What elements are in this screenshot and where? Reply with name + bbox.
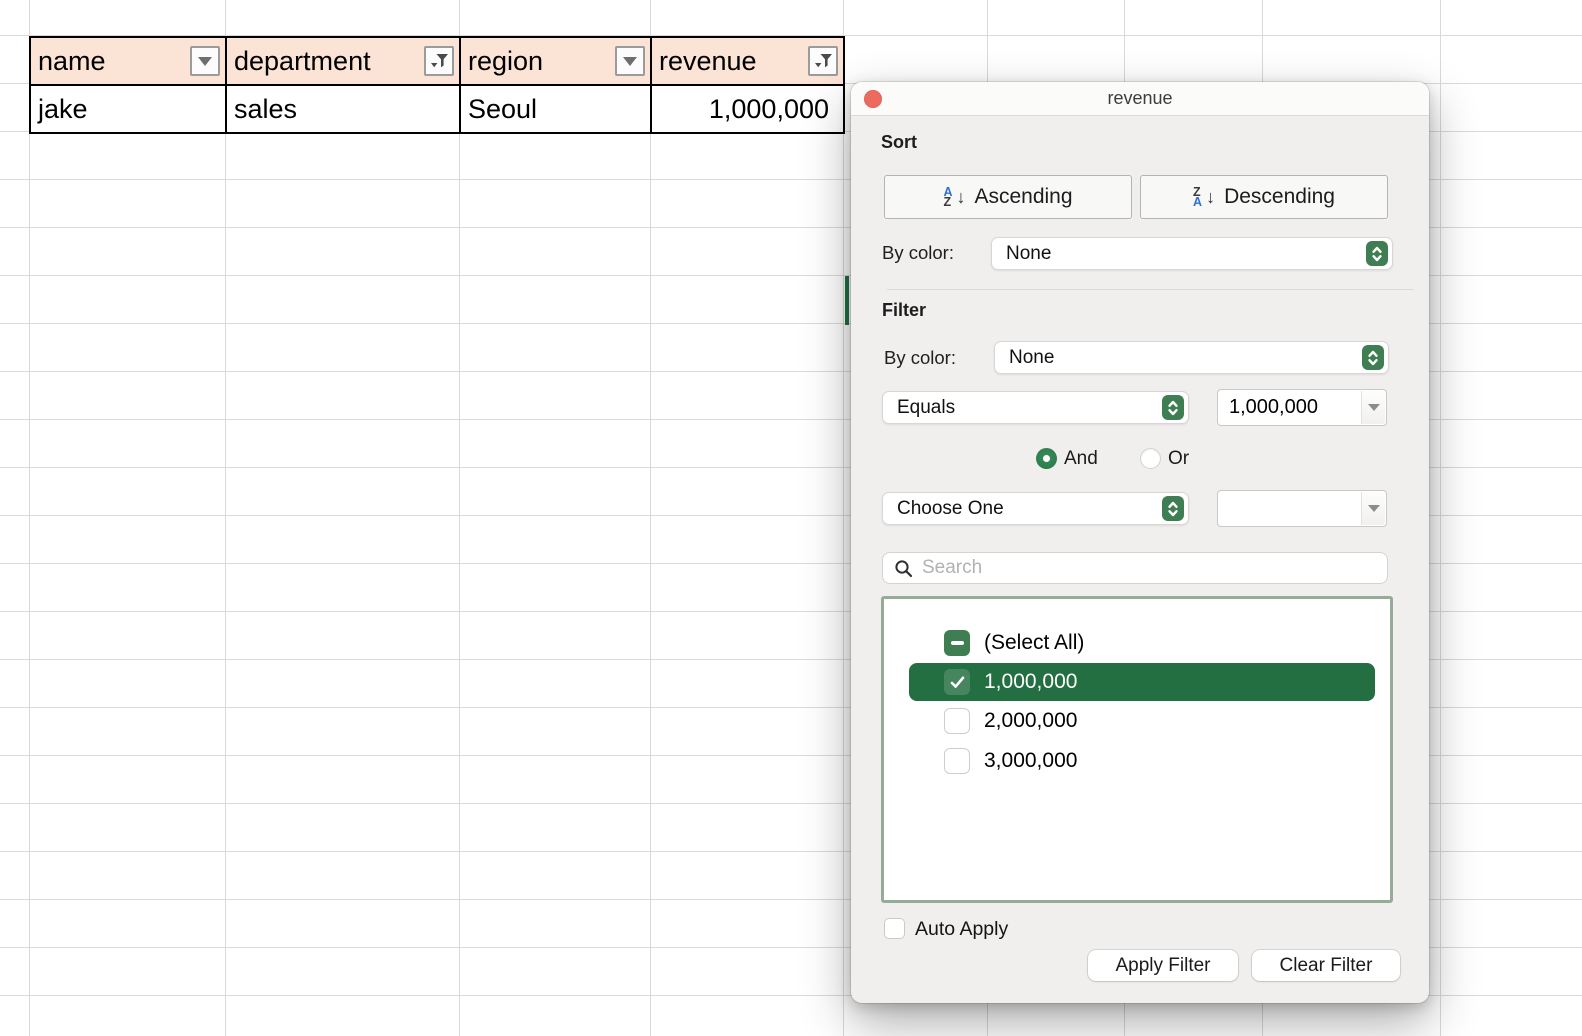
checkbox-checked-icon[interactable] xyxy=(944,669,970,695)
spreadsheet-grid: name department region revenue xyxy=(0,0,1582,1036)
stepper-icon xyxy=(1162,496,1184,521)
auto-apply-checkbox[interactable] xyxy=(884,918,905,939)
column-header-region[interactable]: region xyxy=(461,38,652,86)
funnel-icon xyxy=(430,53,449,70)
dropdown-arrow-icon xyxy=(1368,404,1380,411)
dialog-title: revenue xyxy=(1107,88,1172,109)
cell-name[interactable]: jake xyxy=(31,86,227,134)
filter-by-color-value: None xyxy=(1009,347,1054,368)
cell-value: Seoul xyxy=(468,94,537,125)
checkbox-unchecked-icon[interactable] xyxy=(944,708,970,734)
filter-by-color-select[interactable]: None xyxy=(994,341,1389,374)
stepper-icon xyxy=(1366,241,1388,266)
sort-ascending-icon: A Z xyxy=(943,187,952,207)
clear-filter-button[interactable]: Clear Filter xyxy=(1252,950,1400,981)
list-item-2000000[interactable]: 2,000,000 xyxy=(884,701,1390,741)
auto-apply-label: Auto Apply xyxy=(915,918,1008,940)
column-header-label: revenue xyxy=(659,46,757,77)
search-icon xyxy=(894,559,913,578)
sort-by-color-value: None xyxy=(1006,243,1051,264)
down-arrow-icon: ↓ xyxy=(956,187,965,208)
selected-cell-border xyxy=(845,276,849,325)
condition2-operator-select[interactable]: Choose One xyxy=(882,492,1189,525)
condition1-value-combobox[interactable]: 1,000,000 xyxy=(1217,389,1387,426)
dropdown-arrow-icon xyxy=(1368,505,1380,512)
condition1-value-text: 1,000,000 xyxy=(1229,396,1318,418)
condition2-value-combobox[interactable] xyxy=(1217,490,1387,527)
filter-heading: Filter xyxy=(882,300,926,320)
radio-or-label: Or xyxy=(1168,448,1189,470)
column-header-label: name xyxy=(38,46,106,77)
list-item-label: (Select All) xyxy=(984,631,1084,655)
sort-descending-button[interactable]: Z A ↓ Descending xyxy=(1140,175,1388,219)
radio-or[interactable] xyxy=(1140,448,1161,469)
condition1-operator-select[interactable]: Equals xyxy=(882,391,1189,424)
column-header-label: region xyxy=(468,46,543,77)
sort-ascending-button[interactable]: A Z ↓ Ascending xyxy=(884,175,1132,219)
checkbox-unchecked-icon[interactable] xyxy=(944,748,970,774)
dropdown-arrow-icon xyxy=(623,57,637,66)
close-icon[interactable] xyxy=(864,90,882,108)
filter-dropdown-button-department[interactable] xyxy=(424,46,454,76)
down-arrow-icon: ↓ xyxy=(1206,187,1215,208)
filter-dialog: revenue Sort A Z ↓ Ascending Z A ↓ Desce… xyxy=(851,82,1429,1003)
column-header-label: department xyxy=(234,46,371,77)
filter-dropdown-button-name[interactable] xyxy=(190,46,220,76)
checkbox-indeterminate-icon[interactable] xyxy=(944,630,970,656)
cell-value: sales xyxy=(234,94,297,125)
sort-by-color-select[interactable]: None xyxy=(991,237,1393,270)
filter-by-color-label: By color: xyxy=(884,347,956,369)
radio-and-label: And xyxy=(1064,448,1098,470)
sort-by-color-label: By color: xyxy=(882,242,954,264)
list-item-label: 1,000,000 xyxy=(984,670,1077,694)
dropdown-arrow-icon xyxy=(198,57,212,66)
sort-ascending-label: Ascending xyxy=(974,185,1072,209)
search-input[interactable] xyxy=(922,557,1352,579)
condition1-operator-value: Equals xyxy=(897,397,955,418)
list-item-label: 2,000,000 xyxy=(984,709,1077,733)
filter-dropdown-button-region[interactable] xyxy=(615,46,645,76)
filter-values-listbox: (Select All) 1,000,000 2,000,000 3,000,0… xyxy=(881,596,1393,903)
apply-filter-button[interactable]: Apply Filter xyxy=(1088,950,1238,981)
column-header-revenue[interactable]: revenue xyxy=(652,38,845,86)
radio-and[interactable] xyxy=(1036,448,1057,469)
column-header-department[interactable]: department xyxy=(227,38,461,86)
list-item-3000000[interactable]: 3,000,000 xyxy=(884,741,1390,781)
dialog-titlebar[interactable]: revenue xyxy=(851,82,1429,116)
filter-dropdown-button-revenue[interactable] xyxy=(808,46,838,76)
list-item-1000000[interactable]: 1,000,000 xyxy=(909,663,1375,701)
sort-descending-label: Descending xyxy=(1224,185,1335,209)
cell-revenue[interactable]: 1,000,000 xyxy=(652,86,845,134)
stepper-icon xyxy=(1162,395,1184,420)
funnel-icon xyxy=(814,53,833,70)
search-field[interactable] xyxy=(882,552,1388,584)
stepper-icon xyxy=(1362,345,1384,370)
sort-descending-icon: Z A xyxy=(1193,187,1202,207)
data-table: name department region revenue xyxy=(29,36,845,134)
list-item-select-all[interactable]: (Select All) xyxy=(884,623,1390,663)
sort-heading: Sort xyxy=(881,132,917,152)
combo-dropdown-button[interactable] xyxy=(1361,391,1385,424)
condition2-operator-value: Choose One xyxy=(897,498,1004,519)
combo-dropdown-button[interactable] xyxy=(1361,492,1385,525)
section-divider xyxy=(887,289,1414,290)
list-item-label: 3,000,000 xyxy=(984,749,1077,773)
column-header-name[interactable]: name xyxy=(31,38,227,86)
cell-department[interactable]: sales xyxy=(227,86,461,134)
cell-value: jake xyxy=(38,94,88,125)
cell-region[interactable]: Seoul xyxy=(461,86,652,134)
cell-value: 1,000,000 xyxy=(709,94,829,125)
